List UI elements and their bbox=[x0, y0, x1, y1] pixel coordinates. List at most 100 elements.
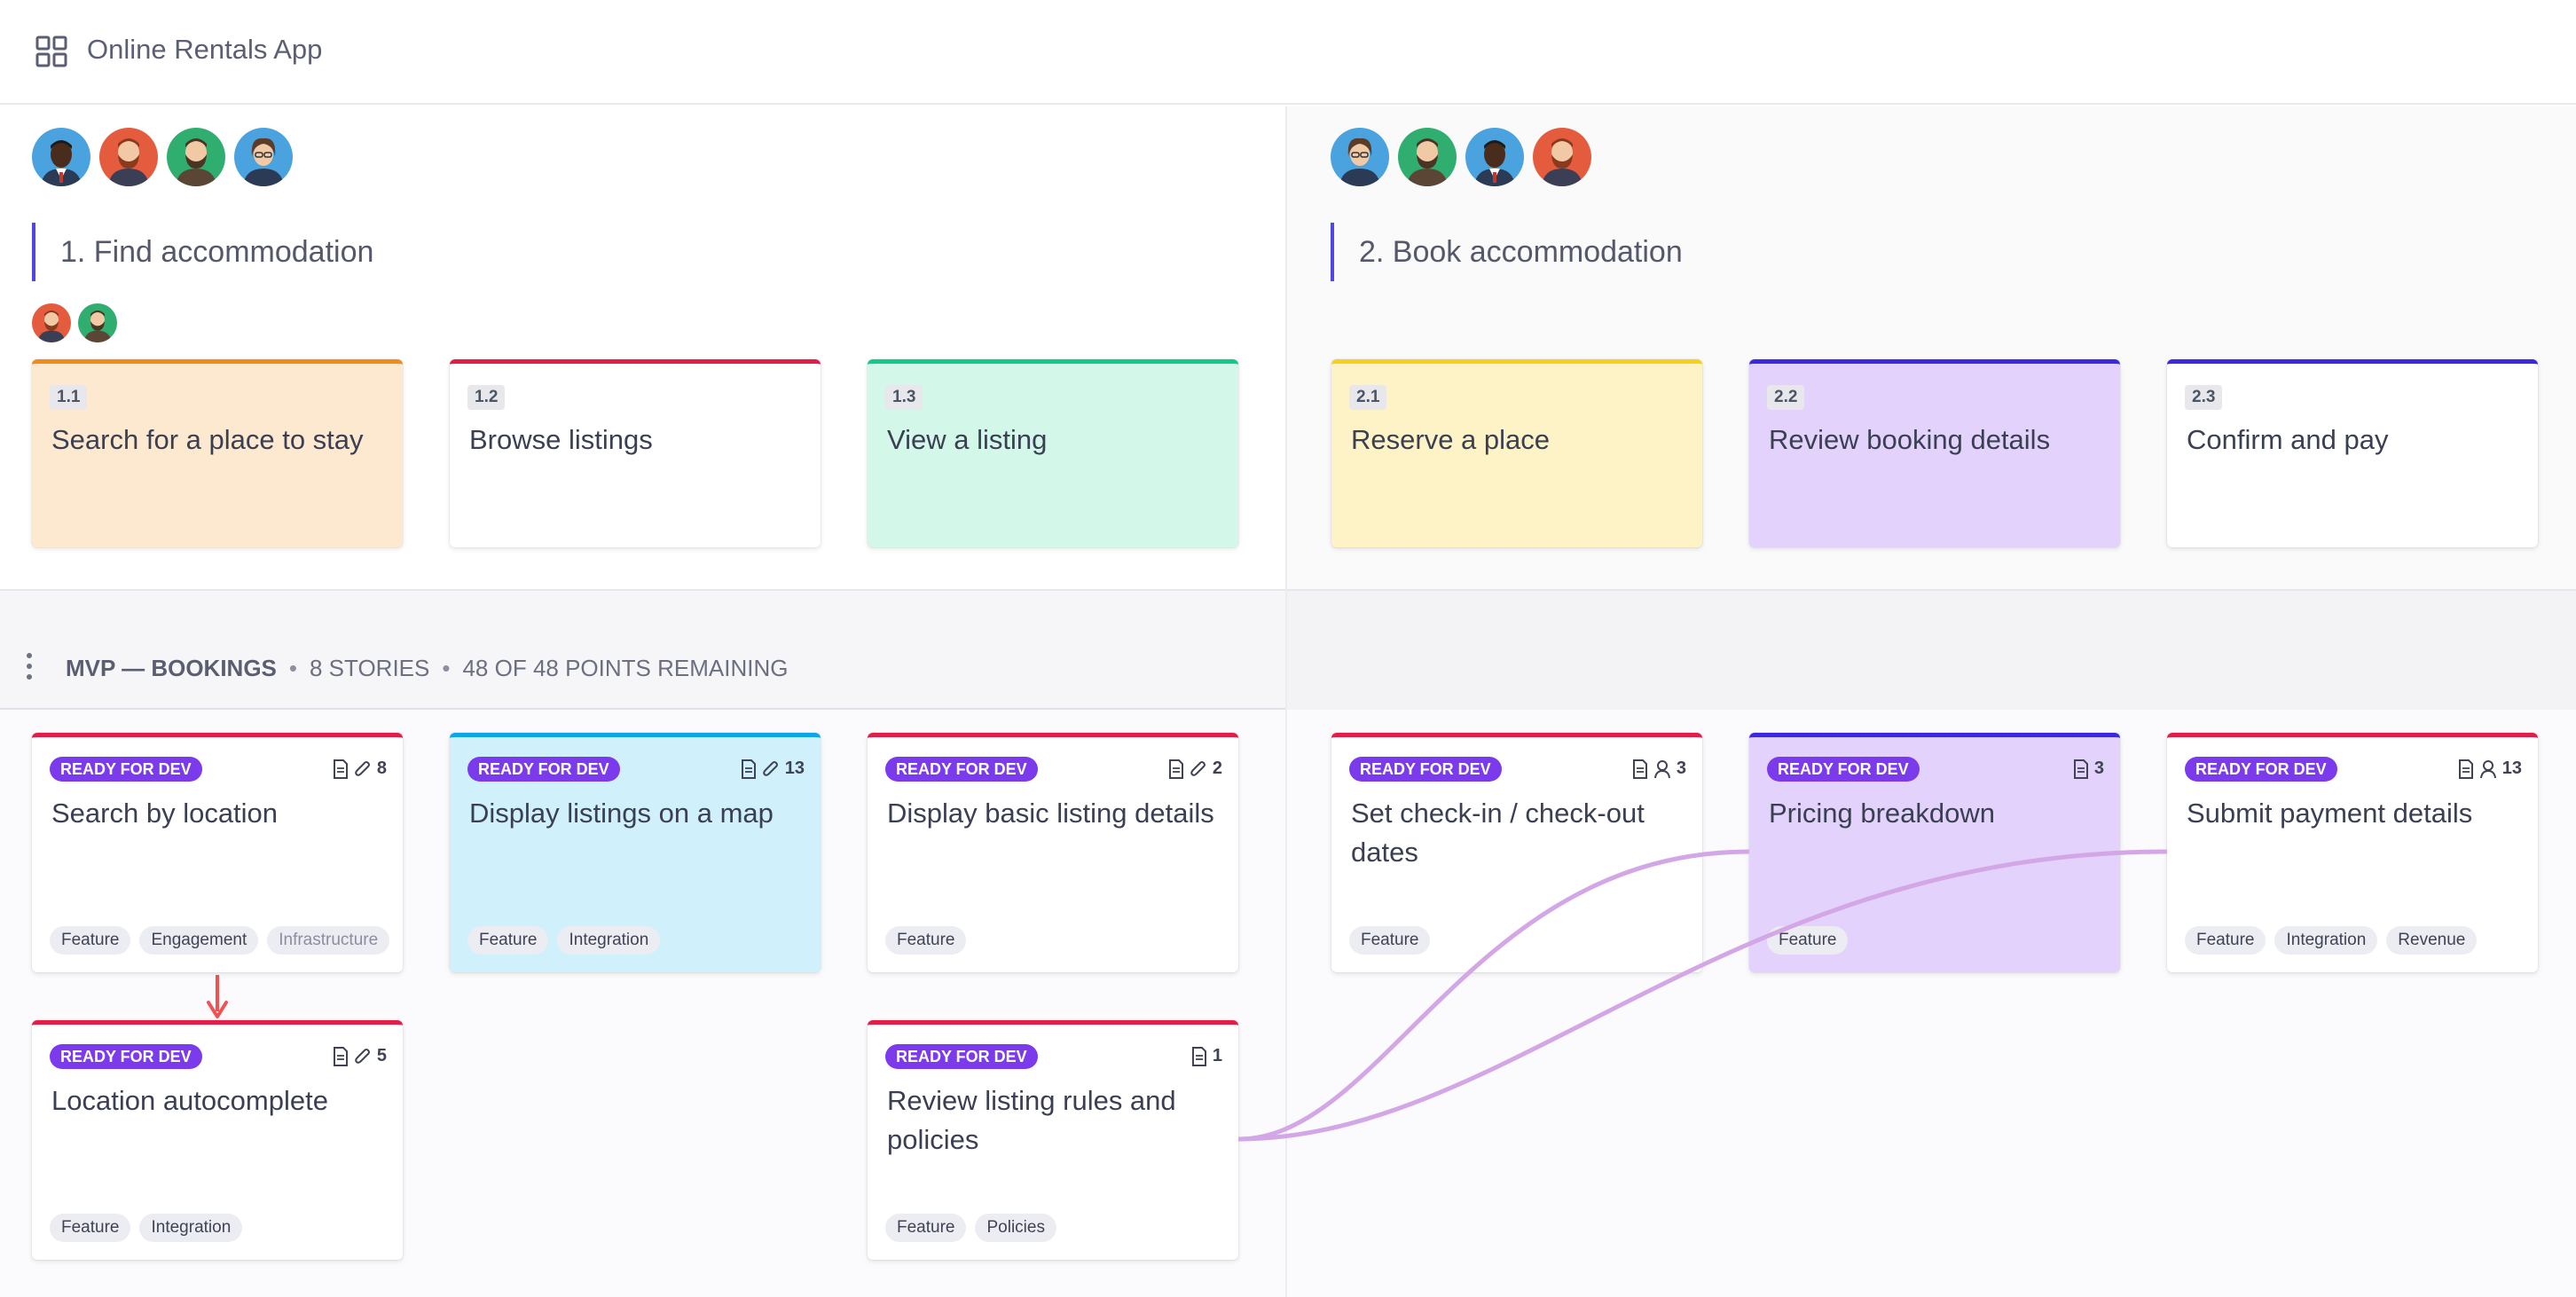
tag[interactable]: Feature bbox=[1767, 926, 1849, 955]
user-icon bbox=[1653, 759, 1670, 778]
step-card[interactable]: 1.1 Search for a place to stay bbox=[32, 359, 403, 547]
story-meta: 2 bbox=[1168, 759, 1222, 779]
tag-list: Feature bbox=[1349, 926, 1431, 955]
story-card[interactable]: READY FOR DEV 2 Display basic listing de… bbox=[868, 733, 1238, 972]
step-number: 2.2 bbox=[1767, 385, 1805, 410]
step-card[interactable]: 1.2 Browse listings bbox=[450, 359, 821, 547]
app-title: Online Rentals App bbox=[87, 34, 323, 65]
story-card[interactable]: READY FOR DEV 3 Pricing breakdown Featur… bbox=[1749, 733, 2120, 972]
story-meta: 5 bbox=[333, 1046, 387, 1066]
tag[interactable]: Feature bbox=[885, 1214, 967, 1242]
avatar[interactable] bbox=[99, 128, 158, 186]
status-badge[interactable]: READY FOR DEV bbox=[50, 757, 202, 782]
story-meta: 13 bbox=[2458, 759, 2522, 779]
status-badge[interactable]: READY FOR DEV bbox=[467, 757, 620, 782]
tag-list: Feature Integration Revenue bbox=[2185, 926, 2478, 955]
story-meta: 13 bbox=[741, 759, 805, 779]
tag-list: Feature Policies bbox=[885, 1214, 1056, 1242]
more-options-icon[interactable] bbox=[27, 653, 34, 683]
user-icon bbox=[2479, 759, 2496, 778]
avatar[interactable] bbox=[78, 303, 117, 342]
status-badge[interactable]: READY FOR DEV bbox=[885, 1044, 1038, 1069]
avatar[interactable] bbox=[1398, 128, 1457, 186]
paperclip-icon bbox=[762, 760, 778, 776]
activity-1-avatars bbox=[32, 128, 293, 186]
activity-title-2[interactable]: 2. Book accommodation bbox=[1331, 223, 1683, 281]
status-badge[interactable]: READY FOR DEV bbox=[50, 1044, 202, 1069]
release-points: 48 OF 48 POINTS REMAINING bbox=[462, 655, 789, 681]
status-badge[interactable]: READY FOR DEV bbox=[885, 757, 1038, 782]
column-divider bbox=[1285, 106, 1287, 1297]
release-summary[interactable]: MVP — BOOKINGS • 8 STORIES • 48 OF 48 POINTS… bbox=[66, 651, 788, 685]
tag[interactable]: Feature bbox=[1349, 926, 1431, 955]
step-title: Browse listings bbox=[469, 424, 653, 455]
status-badge[interactable]: READY FOR DEV bbox=[1349, 757, 1502, 782]
tag[interactable]: Feature bbox=[50, 926, 131, 955]
step-title: Review booking details bbox=[1769, 424, 2051, 455]
tag[interactable]: Integration bbox=[2274, 926, 2378, 955]
story-title: Display basic listing details bbox=[887, 798, 1214, 829]
tag[interactable]: Feature bbox=[2185, 926, 2266, 955]
separator: • bbox=[288, 655, 297, 681]
paperclip-icon bbox=[355, 760, 370, 776]
story-card[interactable]: READY FOR DEV 3 Set check-in / check-out… bbox=[1331, 733, 1702, 972]
tag[interactable]: Integration bbox=[139, 1214, 243, 1242]
avatar[interactable] bbox=[32, 128, 90, 186]
release-bar-right bbox=[1287, 591, 2576, 710]
avatar[interactable] bbox=[234, 128, 293, 186]
story-title: Pricing breakdown bbox=[1769, 798, 1996, 829]
avatar[interactable] bbox=[167, 128, 225, 186]
step-title: Search for a place to stay bbox=[51, 424, 364, 455]
tag[interactable]: Feature bbox=[885, 926, 967, 955]
tag[interactable]: Infrastructure bbox=[267, 926, 390, 955]
story-meta: 3 bbox=[2073, 759, 2104, 779]
release-story-count: 8 STORIES bbox=[310, 655, 430, 681]
story-card[interactable]: READY FOR DEV 13 Display listings on a m… bbox=[450, 733, 821, 972]
story-meta: 1 bbox=[1191, 1046, 1222, 1066]
step-card[interactable]: 1.3 View a listing bbox=[868, 359, 1238, 547]
story-title: Location autocomplete bbox=[51, 1085, 328, 1116]
story-card[interactable]: READY FOR DEV 5 Location autocomplete Fe… bbox=[32, 1020, 403, 1260]
story-card[interactable]: READY FOR DEV 13 Submit payment details … bbox=[2167, 733, 2538, 972]
step-title: Reserve a place bbox=[1351, 424, 1551, 455]
status-badge[interactable]: READY FOR DEV bbox=[2185, 757, 2337, 782]
tag[interactable]: Feature bbox=[467, 926, 549, 955]
activity-title-1[interactable]: 1. Find accommodation bbox=[32, 223, 373, 281]
tag[interactable]: Feature bbox=[50, 1214, 131, 1242]
activity-2-avatars bbox=[1331, 128, 1591, 186]
story-points: 3 bbox=[1676, 759, 1686, 778]
release-name: MVP — BOOKINGS bbox=[66, 655, 277, 681]
avatar[interactable] bbox=[1465, 128, 1524, 186]
step-number: 2.1 bbox=[1349, 385, 1387, 410]
story-points: 3 bbox=[2093, 759, 2104, 778]
story-title: Submit payment details bbox=[2187, 798, 2473, 829]
avatar[interactable] bbox=[32, 303, 71, 342]
tag[interactable]: Integration bbox=[557, 926, 661, 955]
doc-icon bbox=[333, 759, 348, 779]
story-card[interactable]: READY FOR DEV 8 Search by location Featu… bbox=[32, 733, 403, 972]
story-title: Review listing rules and policies bbox=[887, 1085, 1176, 1155]
tag[interactable]: Revenue bbox=[2386, 926, 2478, 955]
tag-list: Feature Engagement Infrastructure bbox=[50, 926, 390, 955]
story-points: 13 bbox=[784, 759, 805, 778]
step-number: 1.2 bbox=[467, 385, 506, 410]
step-card[interactable]: 2.3 Confirm and pay bbox=[2167, 359, 2538, 547]
doc-icon bbox=[741, 759, 756, 779]
step-number: 2.3 bbox=[2185, 385, 2223, 410]
tag[interactable]: Policies bbox=[975, 1214, 1056, 1242]
step-title: Confirm and pay bbox=[2187, 424, 2389, 455]
story-points: 13 bbox=[2501, 759, 2522, 778]
avatar[interactable] bbox=[1533, 128, 1591, 186]
story-points: 5 bbox=[376, 1046, 387, 1065]
doc-icon bbox=[1168, 759, 1183, 779]
tag[interactable]: Engagement bbox=[139, 926, 259, 955]
story-card[interactable]: READY FOR DEV 1 Review listing rules and… bbox=[868, 1020, 1238, 1260]
grid-icon[interactable] bbox=[35, 35, 67, 67]
step-card[interactable]: 2.2 Review booking details bbox=[1749, 359, 2120, 547]
status-badge[interactable]: READY FOR DEV bbox=[1767, 757, 1920, 782]
tag-list: Feature bbox=[1767, 926, 1849, 955]
story-points: 1 bbox=[1212, 1046, 1222, 1065]
step-card[interactable]: 2.1 Reserve a place bbox=[1331, 359, 1702, 547]
top-bar: Online Rentals App bbox=[0, 0, 2576, 105]
avatar[interactable] bbox=[1331, 128, 1389, 186]
